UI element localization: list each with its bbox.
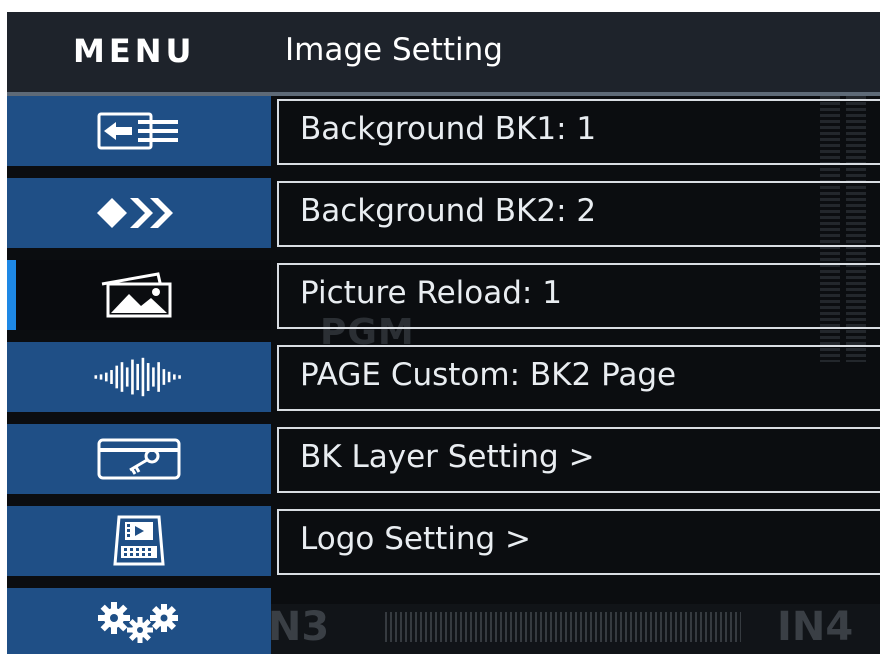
setting-label: Background BK1: 1 — [300, 111, 597, 147]
sidebar-item-input-switch[interactable] — [7, 96, 271, 166]
sidebar-item-audio[interactable] — [7, 342, 271, 412]
tick-strip-right — [385, 612, 741, 642]
setting-label: BK Layer Setting > — [300, 439, 595, 475]
key-card-icon — [91, 433, 187, 485]
setting-label: PAGE Custom: BK2 Page — [300, 357, 677, 393]
transition-arrows-icon — [91, 187, 187, 239]
sidebar — [7, 96, 271, 654]
page-title: Image Setting — [285, 32, 503, 68]
device-screen: PGM IN3 IN4 MENU Image Setting Backgroun… — [7, 12, 880, 654]
sidebar-item-key[interactable] — [7, 424, 271, 494]
setting-row-picture-reload[interactable]: Picture Reload: 1 — [277, 263, 880, 329]
header-bar: MENU Image Setting — [7, 12, 880, 92]
setting-row-background-bk1[interactable]: Background BK1: 1 — [277, 99, 880, 165]
in4-label: IN4 — [777, 604, 854, 650]
sidebar-item-media[interactable] — [7, 506, 271, 576]
setting-row-background-bk2[interactable]: Background BK2: 2 — [277, 181, 880, 247]
active-indicator — [7, 260, 16, 330]
sidebar-item-settings[interactable] — [7, 588, 271, 654]
input-switch-icon — [91, 105, 187, 157]
media-device-icon — [91, 515, 187, 567]
audio-waveform-icon — [91, 351, 187, 403]
setting-label: Logo Setting > — [300, 521, 532, 557]
sidebar-item-transition[interactable] — [7, 178, 271, 248]
gears-icon — [91, 597, 187, 649]
setting-row-logo[interactable]: Logo Setting > — [277, 509, 880, 575]
menu-title: MENU — [73, 32, 196, 70]
setting-row-page-custom[interactable]: PAGE Custom: BK2 Page — [277, 345, 880, 411]
setting-row-bk-layer[interactable]: BK Layer Setting > — [277, 427, 880, 493]
sidebar-item-picture[interactable] — [7, 260, 271, 330]
picture-icon — [91, 269, 187, 321]
setting-label: Picture Reload: 1 — [300, 275, 562, 311]
setting-label: Background BK2: 2 — [300, 193, 597, 229]
